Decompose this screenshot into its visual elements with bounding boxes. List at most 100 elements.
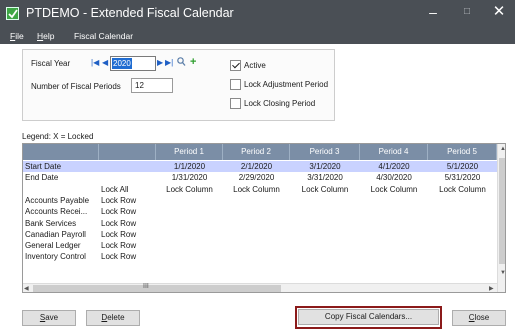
grid-cell[interactable]: 5/1/2020	[428, 161, 497, 172]
save-button[interactable]: Save	[22, 310, 76, 326]
grid-cell[interactable]	[156, 206, 223, 217]
grid-cell[interactable]	[290, 229, 360, 240]
horizontal-scroll-thumb[interactable]: III	[33, 283, 281, 292]
grid-header-cell	[23, 144, 99, 160]
grid-cell[interactable]	[428, 240, 497, 251]
lock-adjustment-label: Lock Adjustment Period	[244, 80, 329, 89]
grid-cell[interactable]: 4/30/2020	[360, 172, 428, 183]
grid-cell[interactable]	[428, 218, 497, 229]
lock-closing-checkbox[interactable]	[230, 98, 241, 109]
grid-cell[interactable]	[290, 251, 360, 262]
add-record-icon[interactable]: +	[190, 57, 196, 68]
grid-cell: Canadian Payroll	[25, 229, 86, 239]
grid-cell[interactable]: Lock Row	[101, 229, 156, 240]
close-window-icon[interactable]: ✕	[486, 3, 512, 23]
grid-cell[interactable]	[360, 195, 428, 206]
search-icon[interactable]	[177, 57, 186, 70]
scroll-right-icon[interactable]: ▶	[489, 285, 494, 292]
grid-cell[interactable]: 1/1/2020	[156, 161, 223, 172]
grid-cell[interactable]: Lock All	[101, 184, 156, 195]
scroll-grip-icon: III	[143, 283, 149, 290]
grid-header-cell: Period 2	[223, 144, 290, 160]
scroll-up-icon[interactable]: ▲	[500, 146, 505, 152]
grid-cell[interactable]: Lock Column	[223, 184, 290, 195]
grid-cell[interactable]: 1/31/2020	[156, 172, 223, 183]
grid-cell: General Ledger	[25, 241, 81, 251]
horizontal-scrollbar[interactable]: ◀ III ▶	[23, 283, 497, 292]
delete-button[interactable]: Delete	[86, 310, 140, 326]
fiscal-grid[interactable]: Period 1 Period 2 Period 3 Period 4 Period 5…	[22, 143, 506, 293]
grid-cell[interactable]	[223, 229, 290, 240]
grid-cell[interactable]: 3/1/2020	[290, 161, 360, 172]
scroll-down-icon[interactable]: ▼	[500, 270, 505, 276]
previous-record-icon[interactable]: ◀	[102, 58, 108, 68]
grid-cell[interactable]	[223, 206, 290, 217]
grid-cell[interactable]	[360, 229, 428, 240]
grid-cell[interactable]: Lock Row	[101, 240, 156, 251]
grid-cell[interactable]: Lock Row	[101, 195, 156, 206]
scroll-left-icon[interactable]: ◀	[24, 285, 29, 292]
grid-cell[interactable]	[156, 251, 223, 262]
lock-adjustment-checkbox[interactable]	[230, 79, 241, 90]
grid-cell[interactable]	[360, 240, 428, 251]
grid-cell[interactable]	[101, 161, 156, 172]
grid-cell[interactable]: Lock Column	[156, 184, 223, 195]
menu-bar: File Help Fiscal Calendar	[0, 29, 515, 44]
menu-help[interactable]: Help	[37, 31, 54, 41]
grid-cell[interactable]	[360, 251, 428, 262]
active-label: Active	[244, 61, 266, 70]
grid-cell[interactable]	[290, 206, 360, 217]
grid-cell[interactable]	[223, 195, 290, 206]
grid-cell: End Date	[25, 173, 59, 183]
close-button[interactable]: Close	[452, 310, 506, 326]
periods-value: 12	[135, 81, 144, 90]
grid-cell[interactable]: Lock Column	[360, 184, 428, 195]
grid-cell[interactable]	[428, 251, 497, 262]
grid-cell[interactable]	[156, 240, 223, 251]
grid-cell[interactable]	[360, 206, 428, 217]
fiscal-year-value: 2020	[112, 58, 132, 69]
grid-cell[interactable]: Lock Row	[101, 218, 156, 229]
grid-cell[interactable]	[156, 229, 223, 240]
grid-cell[interactable]	[428, 229, 497, 240]
menu-file[interactable]: File	[10, 31, 24, 41]
grid-header-cell	[99, 144, 156, 160]
grid-cell[interactable]: Lock Row	[101, 251, 156, 262]
grid-cell[interactable]	[428, 195, 497, 206]
next-record-icon[interactable]: ▶	[157, 58, 163, 68]
grid-cell[interactable]	[156, 195, 223, 206]
maximize-icon[interactable]: □	[454, 3, 480, 23]
grid-cell[interactable]	[428, 206, 497, 217]
grid-cell[interactable]: 2/29/2020	[223, 172, 290, 183]
first-record-icon[interactable]: |◀	[91, 58, 99, 68]
active-checkbox[interactable]	[230, 60, 241, 71]
minimize-icon[interactable]: –	[420, 3, 446, 23]
grid-cell[interactable]: Lock Column	[290, 184, 360, 195]
vertical-scrollbar[interactable]: ▲ ▼	[497, 144, 505, 292]
grid-cell[interactable]: 2/1/2020	[223, 161, 290, 172]
grid-cell[interactable]: 3/31/2020	[290, 172, 360, 183]
grid-cell[interactable]	[290, 218, 360, 229]
vertical-scroll-thumb[interactable]	[499, 158, 505, 264]
last-record-icon[interactable]: ▶|	[165, 58, 173, 68]
grid-cell[interactable]: 4/1/2020	[360, 161, 428, 172]
grid-cell[interactable]	[290, 195, 360, 206]
window-title: PTDEMO - Extended Fiscal Calendar	[26, 6, 234, 20]
grid-cell[interactable]	[360, 218, 428, 229]
grid-cell[interactable]	[101, 172, 156, 183]
grid-cell[interactable]	[223, 218, 290, 229]
grid-cell[interactable]	[156, 218, 223, 229]
grid-cell[interactable]	[223, 240, 290, 251]
menu-fiscal-calendar[interactable]: Fiscal Calendar	[74, 31, 133, 41]
grid-cell	[25, 184, 99, 195]
grid-cell[interactable]: Lock Row	[101, 206, 156, 217]
title-bar[interactable]: PTDEMO - Extended Fiscal Calendar – □ ✕	[0, 0, 515, 29]
fiscal-year-input[interactable]: 2020	[110, 56, 156, 71]
grid-cell[interactable]: 5/31/2020	[428, 172, 497, 183]
grid-cell[interactable]: Lock Column	[428, 184, 497, 195]
grid-cell[interactable]	[290, 240, 360, 251]
copy-fiscal-calendars-button[interactable]: Copy Fiscal Calendars...	[298, 309, 439, 325]
periods-label: Number of Fiscal Periods	[31, 82, 121, 91]
grid-cell[interactable]	[223, 251, 290, 262]
grid-header-cell: Period 4	[360, 144, 428, 160]
